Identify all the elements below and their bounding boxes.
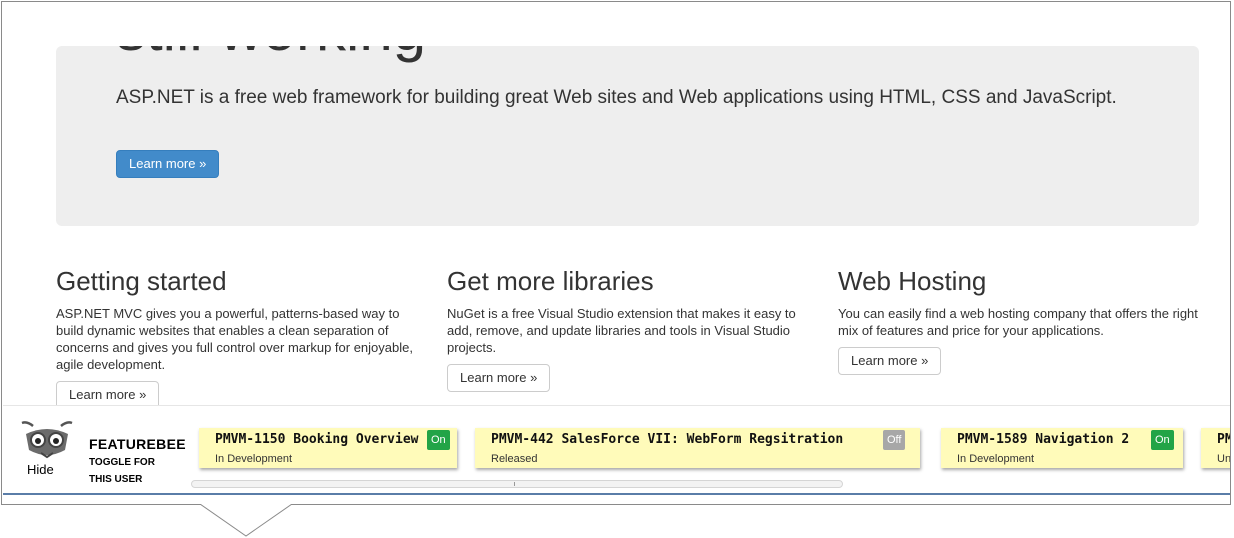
web-hosting-learn-more-button[interactable]: Learn more » xyxy=(838,347,942,375)
column-text: ASP.NET MVC gives you a powerful, patter… xyxy=(56,306,413,372)
browser-viewport: still working ASP.NET is a free web fram… xyxy=(1,1,1231,505)
column-heading: Web Hosting xyxy=(838,266,987,296)
horizontal-scrollbar[interactable] xyxy=(191,480,843,488)
feature-card[interactable]: PM Un xyxy=(1201,428,1231,468)
feature-card[interactable]: PMVM-1589 Navigation 2 In Development On xyxy=(941,428,1183,468)
callout-pointer-icon xyxy=(200,504,293,537)
feature-toggle-on[interactable]: On xyxy=(427,430,450,450)
jumbotron-lead: ASP.NET is a free web framework for buil… xyxy=(116,87,1117,108)
column-text: NuGet is a free Visual Studio extension … xyxy=(447,306,796,355)
column-get-more-libraries: Get more libraries NuGet is a free Visua… xyxy=(447,265,807,392)
scrollbar-grip[interactable] xyxy=(514,482,517,486)
feature-toggle-off[interactable]: Off xyxy=(883,430,906,450)
feature-status: Released xyxy=(491,453,538,465)
feature-status: In Development xyxy=(957,453,1035,465)
column-heading: Get more libraries xyxy=(447,266,654,296)
featurebee-subtitle: TOGGLE FOR THIS USER xyxy=(89,454,179,488)
jumbotron-learn-more-button[interactable]: Learn more » xyxy=(116,150,220,178)
column-heading: Getting started xyxy=(56,266,227,296)
feature-name: PMVM-442 SalesForce VII: WebForm Regsitr… xyxy=(491,432,844,447)
libraries-learn-more-button[interactable]: Learn more » xyxy=(447,364,551,392)
column-text: You can easily find a web hosting compan… xyxy=(838,306,1198,338)
jumbotron-title: still working xyxy=(116,46,426,60)
subtitle-line: TOGGLE FOR xyxy=(89,457,155,468)
feature-toggle-on[interactable]: On xyxy=(1151,430,1174,450)
feature-name: PM xyxy=(1217,432,1230,447)
feature-card-list: PMVM-1150 Booking Overview In Developmen… xyxy=(199,428,1231,468)
featurebee-title: FEATUREBEE xyxy=(89,436,186,452)
bee-icon xyxy=(21,421,73,459)
feature-status: Un xyxy=(1217,453,1231,465)
hide-button[interactable]: Hide xyxy=(27,462,54,477)
feature-card[interactable]: PMVM-442 SalesForce VII: WebForm Regsitr… xyxy=(475,428,920,468)
column-getting-started: Getting started ASP.NET MVC gives you a … xyxy=(56,265,426,409)
feature-name: PMVM-1589 Navigation 2 xyxy=(957,432,1130,447)
featurebee-toolbar: Hide FEATUREBEE TOGGLE FOR THIS USER PMV… xyxy=(3,405,1231,495)
subtitle-line: THIS USER xyxy=(89,474,143,485)
feature-name: PMVM-1150 Booking Overview xyxy=(215,432,419,447)
feature-card[interactable]: PMVM-1150 Booking Overview In Developmen… xyxy=(199,428,457,468)
jumbotron: still working ASP.NET is a free web fram… xyxy=(56,46,1199,226)
feature-status: In Development xyxy=(215,453,293,465)
column-web-hosting: Web Hosting You can easily find a web ho… xyxy=(838,265,1198,375)
